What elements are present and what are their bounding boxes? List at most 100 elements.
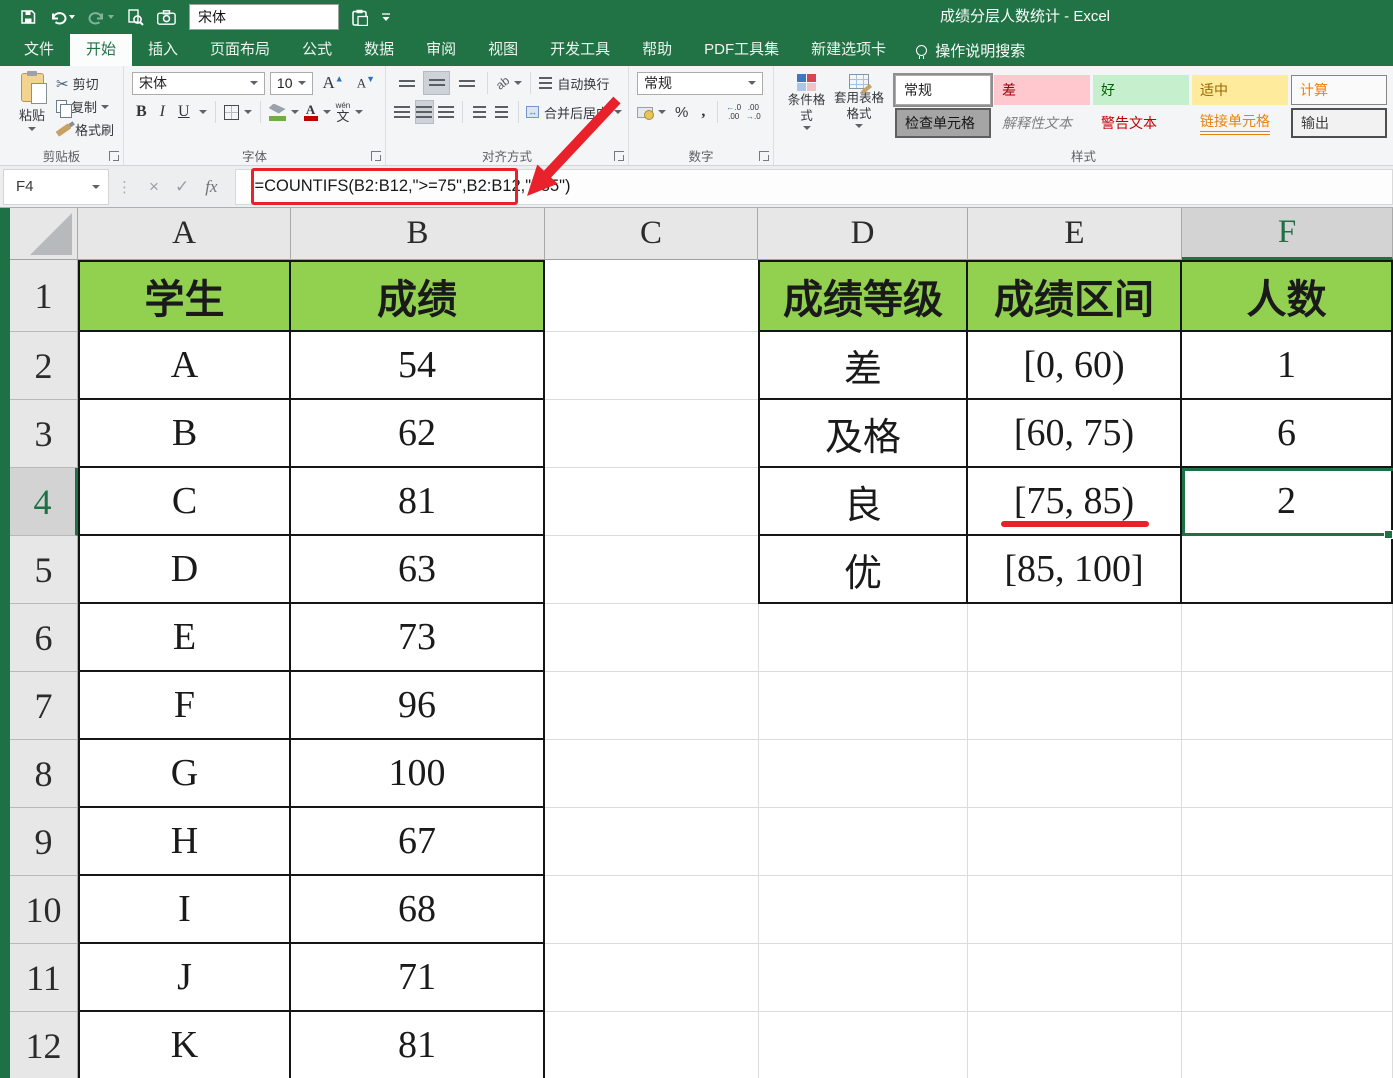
underline-dropdown-icon[interactable] xyxy=(199,110,207,114)
cell-A11[interactable]: J xyxy=(78,944,291,1012)
style-output[interactable]: 输出 xyxy=(1291,108,1387,138)
cell-E8[interactable] xyxy=(968,740,1182,808)
wrap-text-button[interactable]: 自动换行 xyxy=(557,74,609,93)
name-box-dropdown-icon[interactable] xyxy=(92,185,100,189)
align-right-button[interactable] xyxy=(438,101,455,123)
cell-E6[interactable] xyxy=(968,604,1182,672)
col-header-c[interactable]: C xyxy=(545,208,758,260)
cell-B11[interactable]: 71 xyxy=(291,944,545,1012)
style-neutral[interactable]: 适中 xyxy=(1192,75,1288,105)
insert-function-icon[interactable]: fx xyxy=(205,177,217,197)
tab-help[interactable]: 帮助 xyxy=(626,34,688,66)
tell-me-search[interactable]: 操作说明搜索 xyxy=(916,34,1025,66)
formula-input[interactable]: =COUNTIFS(B2:B12,">=75",B2:B12,"<85") xyxy=(235,169,1393,205)
style-warning-text[interactable]: 警告文本 xyxy=(1093,108,1189,138)
style-explanatory-text[interactable]: 解释性文本 xyxy=(994,108,1090,138)
cell-A7[interactable]: F xyxy=(78,672,291,740)
row-header-11[interactable]: 11 xyxy=(10,944,78,1012)
decrease-decimal-button[interactable]: .00→.0 xyxy=(746,103,761,121)
cell-F4-selected[interactable]: 2 xyxy=(1182,468,1393,536)
cell-F12[interactable] xyxy=(1182,1012,1393,1078)
italic-button[interactable]: I xyxy=(156,103,169,121)
fill-color-button[interactable] xyxy=(269,104,286,121)
style-good[interactable]: 好 xyxy=(1093,75,1189,105)
cell-B2[interactable]: 54 xyxy=(291,332,545,400)
tab-new-tab[interactable]: 新建选项卡 xyxy=(795,34,902,66)
select-all-button[interactable] xyxy=(10,208,78,260)
paste-button[interactable]: 粘贴 xyxy=(8,71,56,146)
cell-D10[interactable] xyxy=(758,876,968,944)
tab-review[interactable]: 审阅 xyxy=(410,34,472,66)
number-dialog-launcher-icon[interactable] xyxy=(759,151,769,161)
cell-D5[interactable]: 优 xyxy=(758,536,968,604)
cell-E4[interactable]: [75, 85) xyxy=(968,468,1182,536)
cell-D1[interactable]: 成绩等级 xyxy=(758,260,968,332)
cell-F2[interactable]: 1 xyxy=(1182,332,1393,400)
cell-B10[interactable]: 68 xyxy=(291,876,545,944)
tab-view[interactable]: 视图 xyxy=(472,34,534,66)
align-left-button[interactable] xyxy=(394,101,411,123)
paste-qat-icon[interactable] xyxy=(352,9,368,26)
increase-decimal-button[interactable]: ←.0.00 xyxy=(726,103,741,121)
cell-E12[interactable] xyxy=(968,1012,1182,1078)
cell-A9[interactable]: H xyxy=(78,808,291,876)
borders-icon[interactable] xyxy=(224,105,239,120)
cell-A1[interactable]: 学生 xyxy=(78,260,291,332)
orientation-dropdown-icon[interactable] xyxy=(514,81,522,85)
cell-F11[interactable] xyxy=(1182,944,1393,1012)
cell-D3[interactable]: 及格 xyxy=(758,400,968,468)
cell-A10[interactable]: I xyxy=(78,876,291,944)
cell-B8[interactable]: 100 xyxy=(291,740,545,808)
comma-style-button[interactable]: , xyxy=(697,103,709,121)
row-header-2[interactable]: 2 xyxy=(10,332,78,400)
underline-button[interactable]: U xyxy=(174,103,194,121)
cell-D12[interactable] xyxy=(758,1012,968,1078)
tab-formulas[interactable]: 公式 xyxy=(286,34,348,66)
percent-style-button[interactable]: % xyxy=(671,104,692,121)
name-box[interactable]: F4 xyxy=(3,169,109,205)
cell-C10[interactable] xyxy=(545,876,758,944)
tab-page-layout[interactable]: 页面布局 xyxy=(194,34,286,66)
cell-D11[interactable] xyxy=(758,944,968,1012)
qat-font-name-box[interactable]: 宋体 xyxy=(189,4,339,30)
style-normal[interactable]: 常规 xyxy=(895,75,991,105)
col-header-b[interactable]: B xyxy=(291,208,545,260)
grow-font-button[interactable]: A▲ xyxy=(318,73,347,93)
orientation-icon[interactable]: ab xyxy=(493,73,512,92)
style-bad[interactable]: 差 xyxy=(994,75,1090,105)
cell-C12[interactable] xyxy=(545,1012,758,1078)
clipboard-dialog-launcher-icon[interactable] xyxy=(109,151,119,161)
col-header-f[interactable]: F xyxy=(1182,208,1393,260)
enter-icon[interactable]: ✓ xyxy=(175,177,189,197)
shrink-font-button[interactable]: A▼ xyxy=(353,74,379,91)
font-name-combo[interactable]: 宋体 xyxy=(132,72,265,95)
cell-E10[interactable] xyxy=(968,876,1182,944)
cell-F5[interactable] xyxy=(1182,536,1393,604)
cell-D7[interactable] xyxy=(758,672,968,740)
row-header-4[interactable]: 4 xyxy=(10,468,78,536)
cell-C1[interactable] xyxy=(545,260,758,332)
tab-insert[interactable]: 插入 xyxy=(132,34,194,66)
accounting-format-icon[interactable] xyxy=(637,107,653,118)
format-painter-button[interactable]: 格式刷 xyxy=(56,119,114,140)
cell-B1[interactable]: 成绩 xyxy=(291,260,545,332)
phonetic-guide-button[interactable]: wén 文 xyxy=(336,102,351,123)
cell-D6[interactable] xyxy=(758,604,968,672)
cell-C5[interactable] xyxy=(545,536,758,604)
copy-button[interactable]: 复制 xyxy=(56,96,114,117)
row-header-6[interactable]: 6 xyxy=(10,604,78,672)
font-dialog-launcher-icon[interactable] xyxy=(371,151,381,161)
cell-F3[interactable]: 6 xyxy=(1182,400,1393,468)
cell-F6[interactable] xyxy=(1182,604,1393,672)
cell-B7[interactable]: 96 xyxy=(291,672,545,740)
cell-C6[interactable] xyxy=(545,604,758,672)
font-size-combo[interactable]: 10 xyxy=(270,72,314,95)
style-check-cell[interactable]: 检查单元格 xyxy=(895,108,991,138)
cell-C3[interactable] xyxy=(545,400,758,468)
cell-A4[interactable]: C xyxy=(78,468,291,536)
row-header-3[interactable]: 3 xyxy=(10,400,78,468)
cell-C9[interactable] xyxy=(545,808,758,876)
cell-D9[interactable] xyxy=(758,808,968,876)
cell-F10[interactable] xyxy=(1182,876,1393,944)
align-top-button[interactable] xyxy=(394,72,419,94)
